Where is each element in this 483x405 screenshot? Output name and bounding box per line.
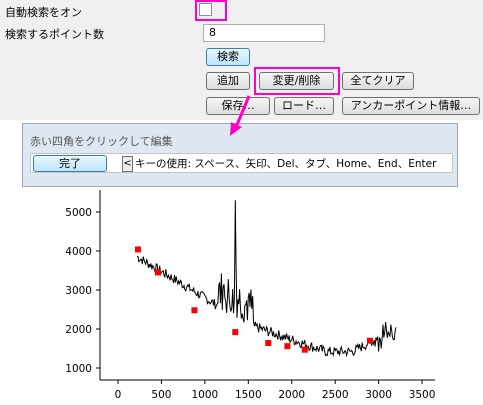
y-tick-label: 4000 (65, 246, 92, 258)
anchor-point[interactable] (265, 340, 272, 347)
x-tick-label: 3000 (365, 389, 392, 401)
x-tick-label: 1000 (192, 389, 219, 401)
data-curve (136, 200, 397, 358)
x-tick-label: 0 (115, 389, 122, 401)
y-tick-label: 2000 (65, 324, 92, 336)
anchor-point[interactable] (232, 329, 239, 336)
anchor-point[interactable] (366, 337, 373, 344)
x-tick-label: 1500 (235, 389, 262, 401)
x-tick-label: 500 (151, 389, 171, 401)
anchor-point[interactable] (134, 246, 141, 253)
anchor-point[interactable] (301, 346, 308, 353)
x-tick-label: 2500 (322, 389, 349, 401)
x-tick-label: 2000 (278, 389, 305, 401)
y-tick-label: 1000 (65, 363, 92, 375)
y-tick-label: 3000 (65, 285, 92, 297)
anchor-point[interactable] (284, 343, 291, 350)
anchor-point[interactable] (191, 307, 198, 314)
x-tick-label: 3500 (409, 389, 436, 401)
anchor-point[interactable] (154, 269, 161, 276)
baseline-chart: 0 500 1000 1500 2000 2500 3000 3500 1000 2000 300… (65, 95, 436, 401)
y-tick-label: 5000 (65, 207, 92, 219)
